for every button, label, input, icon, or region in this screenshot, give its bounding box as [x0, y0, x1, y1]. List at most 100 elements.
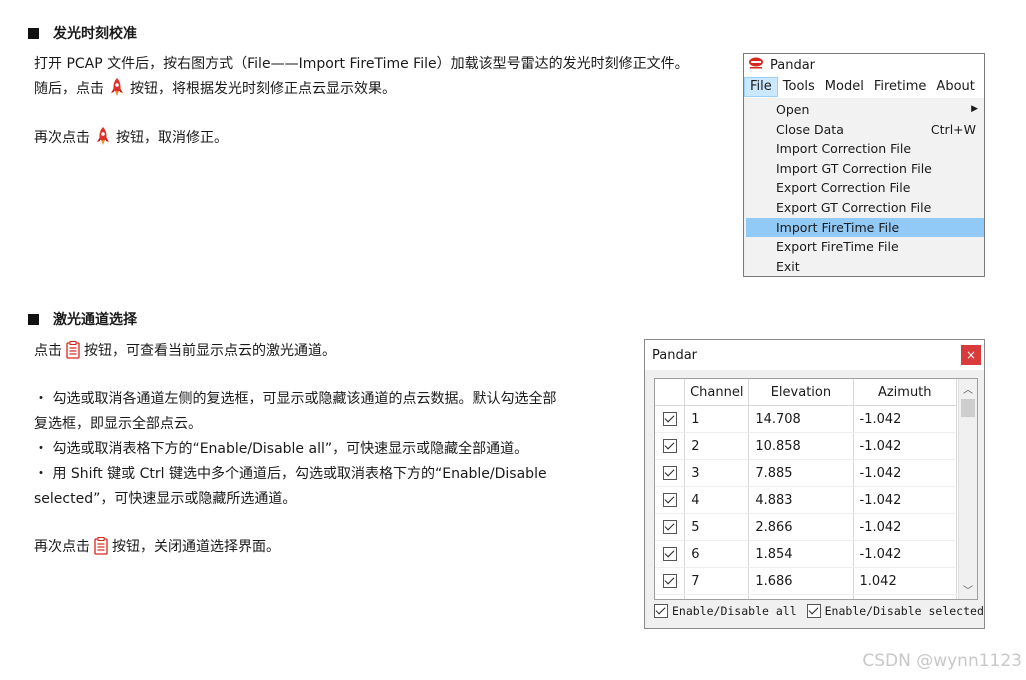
pandar-menu-window: Pandar File Tools Model Firetime About O… [743, 53, 985, 277]
bullet-line: ・ 勾选或取消表格下方的“Enable/Disable all”，可快速显示或隐… [34, 441, 529, 457]
close-button[interactable]: × [961, 345, 981, 365]
enable-selected-toggle[interactable]: Enable/Disable selected [806, 604, 984, 618]
channel-checkbox[interactable] [663, 412, 677, 426]
azimuth-cell: -1.042 [853, 486, 957, 514]
table-row[interactable]: 2 10.858 -1.042 [655, 432, 957, 460]
section-heading-channel: 激光通道选择 [28, 309, 137, 329]
window-title: Pandar [652, 347, 698, 363]
bullet-square-icon [28, 313, 39, 325]
channel-intro: 点击 按钮，可查看当前显示点云的激光通道。 [34, 339, 336, 368]
azimuth-cell: -1.042 [853, 513, 957, 541]
channel-list-icon [94, 537, 108, 564]
enable-all-toggle[interactable]: Enable/Disable all [654, 604, 797, 618]
section-title: 激光通道选择 [53, 312, 137, 328]
channel-cell: 5 [684, 513, 750, 541]
table-footer: Enable/Disable all Enable/Disable select… [654, 604, 984, 618]
window-titlebar: Pandar × [645, 340, 984, 370]
table-row[interactable]: 7 1.686 1.042 [655, 567, 957, 595]
file-dropdown-menu: Open ▶ Close Data Ctrl+W Import Correction… [746, 100, 984, 277]
channel-checkbox[interactable] [663, 466, 677, 480]
elevation-cell: 10.858 [748, 432, 854, 460]
row-checkbox-cell[interactable] [655, 594, 686, 599]
paragraph-line: 随后，点击 按钮，将根据发光时刻修正点云显示效果。 [34, 77, 734, 106]
watermark: CSDN @wynn1123 [862, 651, 1022, 671]
checkbox-column-header [655, 379, 686, 406]
enable-all-checkbox[interactable] [654, 604, 668, 618]
row-checkbox-cell[interactable] [655, 486, 686, 514]
bullet-line: selected”，可快速显示或隐藏所选通道。 [34, 491, 297, 507]
menu-about[interactable]: About [931, 77, 979, 97]
channel-select-window: Pandar × Channel Elevation Azimuth 1 14.7… [644, 339, 985, 629]
azimuth-cell: -1.042 [853, 459, 957, 487]
channel-close-note: 再次点击 按钮，关闭通道选择界面。 [34, 535, 280, 564]
channel-checkbox[interactable] [663, 547, 677, 561]
menu-item-exit[interactable]: Exit [746, 257, 984, 277]
azimuth-cell: 1.042 [853, 567, 957, 595]
channel-cell: 4 [684, 486, 750, 514]
elevation-cell: 7.885 [748, 459, 854, 487]
channel-table-container: Channel Elevation Azimuth 1 14.708 -1.042 2… [654, 378, 978, 600]
azimuth-cell: -1.042 [853, 540, 957, 568]
menu-model[interactable]: Model [820, 77, 869, 97]
table-row[interactable]: 4 4.883 -1.042 [655, 486, 957, 514]
bullet-square-icon [28, 27, 39, 39]
menu-item-close-data[interactable]: Close Data Ctrl+W [746, 120, 984, 140]
elevation-cell: 14.708 [748, 405, 854, 433]
vertical-scrollbar[interactable]: ︿ ﹀ [958, 379, 977, 599]
scroll-up-icon[interactable]: ︿ [959, 381, 977, 396]
bullet-line: 复选框，即显示全部点云。 [34, 416, 202, 432]
table-row[interactable]: 1 14.708 -1.042 [655, 405, 957, 433]
menu-item-export-firetime[interactable]: Export FireTime File [746, 237, 984, 257]
section-title: 发光时刻校准 [53, 26, 137, 42]
scroll-down-icon[interactable]: ﹀ [959, 582, 977, 597]
table-row[interactable]: 6 1.854 -1.042 [655, 540, 957, 568]
row-checkbox-cell[interactable] [655, 513, 686, 541]
channel-cell: 3 [684, 459, 750, 487]
azimuth-cell: 3.125 [853, 594, 957, 599]
row-checkbox-cell[interactable] [655, 459, 686, 487]
row-checkbox-cell[interactable] [655, 405, 686, 433]
channel-checkbox[interactable] [663, 439, 677, 453]
elevation-cell: 1.686 [748, 567, 854, 595]
menu-item-open[interactable]: Open ▶ [746, 100, 984, 120]
rocket-icon [94, 126, 112, 155]
section-heading-firetime: 发光时刻校准 [28, 23, 137, 43]
row-checkbox-cell[interactable] [655, 567, 686, 595]
channel-bullets: ・ 勾选或取消各通道左侧的复选框，可显示或隐藏该通道的点云数据。默认勾选全部 复… [34, 387, 614, 512]
channel-cell: 7 [684, 567, 750, 595]
table-row[interactable]: 5 2.866 -1.042 [655, 513, 957, 541]
table-row[interactable]: 3 7.885 -1.042 [655, 459, 957, 487]
column-header-elevation[interactable]: Elevation [748, 379, 854, 406]
elevation-cell: 2.866 [748, 513, 854, 541]
menu-firetime[interactable]: Firetime [869, 77, 932, 97]
table-row[interactable]: 81.5143.125 [655, 594, 957, 599]
menu-item-export-gt-correction[interactable]: Export GT Correction File [746, 198, 984, 218]
channel-list-icon [66, 341, 80, 368]
channel-cell: 1 [684, 405, 750, 433]
menu-tools[interactable]: Tools [778, 77, 820, 97]
menu-item-import-gt-correction[interactable]: Import GT Correction File [746, 159, 984, 179]
column-header-azimuth[interactable]: Azimuth [853, 379, 957, 406]
channel-checkbox[interactable] [663, 574, 677, 588]
menubar: File Tools Model Firetime About [744, 76, 984, 98]
channel-checkbox[interactable] [663, 520, 677, 534]
row-checkbox-cell[interactable] [655, 432, 686, 460]
submenu-arrow-icon: ▶ [971, 104, 978, 114]
menu-item-import-firetime[interactable]: Import FireTime File [746, 217, 984, 238]
shortcut-label: Ctrl+W [930, 121, 976, 137]
channel-table: Channel Elevation Azimuth 1 14.708 -1.042 2… [655, 379, 957, 599]
channel-checkbox[interactable] [663, 493, 677, 507]
firetime-instructions: 打开 PCAP 文件后，按右图方式（File——Import FireTime … [34, 52, 734, 106]
column-header-channel[interactable]: Channel [684, 379, 750, 406]
menu-item-export-correction[interactable]: Export Correction File [746, 178, 984, 198]
elevation-cell: 1.514 [748, 594, 854, 599]
menu-file[interactable]: File [744, 77, 778, 97]
paragraph-line: 打开 PCAP 文件后，按右图方式（File——Import FireTime … [34, 56, 689, 72]
menu-item-import-correction[interactable]: Import Correction File [746, 139, 984, 159]
enable-selected-checkbox[interactable] [806, 604, 821, 618]
elevation-cell: 1.854 [748, 540, 854, 568]
scroll-thumb[interactable] [961, 399, 975, 417]
bullet-line: ・ 勾选或取消各通道左侧的复选框，可显示或隐藏该通道的点云数据。默认勾选全部 [34, 391, 557, 407]
channel-cell: 6 [684, 540, 750, 568]
row-checkbox-cell[interactable] [655, 540, 686, 568]
